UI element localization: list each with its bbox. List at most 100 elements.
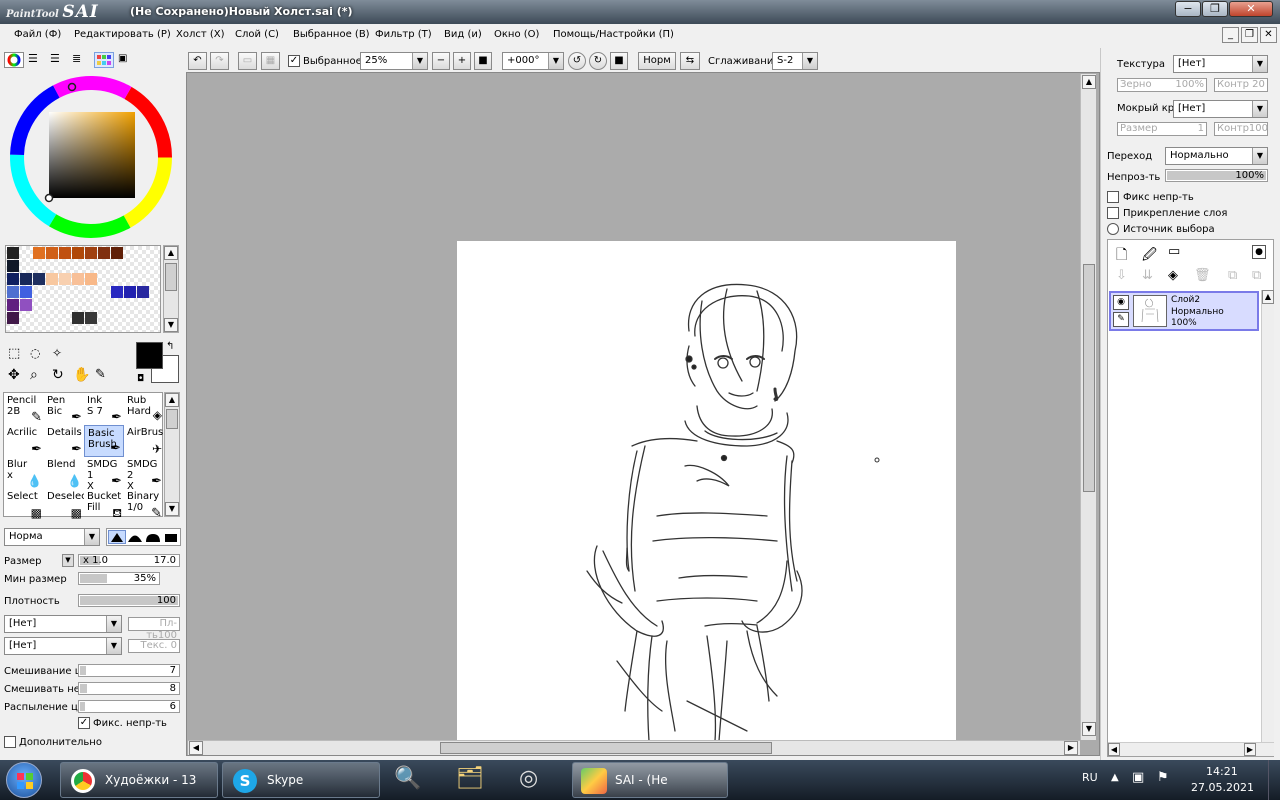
scroll-right-arrow[interactable]: ▶ <box>1064 741 1078 755</box>
menu-layer[interactable]: Слой (С) <box>235 29 279 40</box>
swatch[interactable] <box>7 260 19 272</box>
paper-texture-select[interactable]: [Нет] ▼ <box>1173 55 1268 73</box>
swatch[interactable] <box>46 247 58 259</box>
swatch[interactable] <box>20 286 32 298</box>
maximize-button[interactable]: ❐ <box>1202 1 1228 17</box>
wet-size-field[interactable]: Размер 1 <box>1117 122 1207 136</box>
clock-time[interactable]: 14:21 <box>1206 765 1238 778</box>
magnifier-app-icon[interactable]: 🔍 <box>394 766 430 796</box>
layer-vertical-scrollbar[interactable]: ▲ <box>1261 290 1274 742</box>
brush-shape-sharp-icon[interactable] <box>108 530 126 544</box>
deselect-button[interactable]: ▭ <box>238 52 257 70</box>
swatch[interactable] <box>7 273 19 285</box>
magic-wand-icon[interactable]: ✧ <box>52 346 62 360</box>
menu-canvas[interactable]: Холст (Х) <box>176 29 225 40</box>
swatch[interactable] <box>85 247 97 259</box>
tool-airbrush[interactable]: AirBrush ✈ <box>124 425 164 457</box>
scroll-thumb[interactable] <box>166 409 178 429</box>
tool-smdg2[interactable]: SMDG 2 X ✒ <box>124 457 164 489</box>
density-slider[interactable]: 100 <box>78 594 180 607</box>
wet-edge-select[interactable]: [Нет] ▼ <box>1173 100 1268 118</box>
clipping-checkbox[interactable] <box>1107 207 1119 219</box>
tool-details[interactable]: Details ✒ <box>44 425 84 457</box>
color-wheel[interactable] <box>9 75 174 240</box>
canvas-horizontal-scrollbar[interactable]: ◀ ▶ <box>188 740 1080 755</box>
texture-2-strength[interactable]: Текс. 0 <box>128 639 180 653</box>
undo-button[interactable]: ↶ <box>188 52 207 70</box>
scroll-thumb[interactable] <box>1083 264 1095 492</box>
texture-select-1[interactable]: [Нет] ▼ <box>4 615 122 633</box>
taskbar-chrome[interactable]: Худоёжки - 13 Кл... <box>60 762 218 798</box>
advanced-checkbox[interactable] <box>4 736 16 748</box>
close-button[interactable]: ✕ <box>1229 1 1273 17</box>
size-multiplier-dropdown[interactable]: ▼ <box>62 554 74 567</box>
tool-acrylic[interactable]: Acrilic ✒ <box>4 425 44 457</box>
delete-layer-icon[interactable]: 🗑 <box>1194 268 1211 283</box>
swatch[interactable] <box>7 286 19 298</box>
media-player-icon[interactable]: ◎ <box>519 766 555 796</box>
scroll-down-arrow[interactable]: ▼ <box>164 318 178 332</box>
taskbar-sai[interactable]: SAI - (Не Сохран... <box>572 762 728 798</box>
swatch[interactable] <box>46 273 58 285</box>
scroll-down-arrow[interactable]: ▼ <box>165 502 179 516</box>
swatch[interactable] <box>111 286 123 298</box>
reset-colors-icon[interactable]: ◘ <box>137 374 144 384</box>
language-indicator[interactable]: RU <box>1082 771 1098 784</box>
dilution-slider[interactable]: 8 <box>78 682 180 695</box>
scroll-up-arrow[interactable]: ▲ <box>1262 290 1274 304</box>
keep-opacity-checkbox[interactable]: ✓ <box>78 717 90 729</box>
tool-bucket[interactable]: Bucket Fill ⛾ <box>84 489 124 521</box>
selected-checkbox[interactable]: ✓ <box>288 55 300 67</box>
menu-view[interactable]: Вид (и) <box>444 29 482 40</box>
swatch[interactable] <box>7 312 19 324</box>
swatch[interactable] <box>111 247 123 259</box>
redo-button[interactable]: ↷ <box>210 52 229 70</box>
blending-slider[interactable]: 7 <box>78 664 180 677</box>
scroll-right-arrow[interactable]: ▶ <box>1244 743 1256 756</box>
scroll-left-arrow[interactable]: ◀ <box>189 741 203 755</box>
swatch[interactable] <box>98 247 110 259</box>
swatch[interactable] <box>124 286 136 298</box>
smoothing-select[interactable]: S-2 ▼ <box>772 52 818 70</box>
brush-shape-round-icon[interactable] <box>145 531 161 545</box>
flatten-icon[interactable]: ⧉ <box>1252 268 1261 283</box>
color-wheel-tab-icon[interactable] <box>4 52 24 68</box>
swatch[interactable] <box>59 273 71 285</box>
zoom-reset-button[interactable]: ■ <box>474 52 492 70</box>
mdi-restore-button[interactable]: ❐ <box>1241 27 1258 43</box>
norm-button[interactable]: Норм <box>638 52 676 70</box>
mdi-minimize-button[interactable]: _ <box>1222 27 1239 43</box>
lasso-icon[interactable]: ◌ <box>30 346 40 360</box>
tool-pen[interactable]: Pen Bic ✒ <box>44 393 84 425</box>
tool-deselect[interactable]: Deselect ▩ <box>44 489 84 521</box>
persistence-slider[interactable]: 6 <box>78 700 180 713</box>
scroll-thumb[interactable] <box>165 263 177 291</box>
mixer-tab-icon[interactable]: ≣ <box>72 53 88 66</box>
zoom-icon[interactable]: ⌕ <box>30 367 38 383</box>
explorer-icon[interactable]: 🗂 <box>456 766 492 796</box>
selection-source-radio[interactable] <box>1107 223 1119 235</box>
swatch[interactable] <box>72 247 84 259</box>
rotate-icon[interactable]: ↻ <box>52 367 64 383</box>
layer-blend-mode-select[interactable]: Нормально ▼ <box>1165 147 1268 165</box>
swatch[interactable] <box>72 273 84 285</box>
scroll-thumb[interactable] <box>440 742 772 754</box>
menu-window[interactable]: Окно (О) <box>494 29 539 40</box>
tool-pencil[interactable]: Pencil 2B ✎ <box>4 393 44 425</box>
tool-binary[interactable]: Binary 1/0 ✎ <box>124 489 164 521</box>
brush-lock-icon[interactable]: ✎ <box>1113 312 1129 327</box>
show-desktop-button[interactable] <box>1268 760 1280 800</box>
texture-1-strength[interactable]: Пл-ть100 <box>128 617 180 641</box>
swatch[interactable] <box>20 273 32 285</box>
clock-date[interactable]: 27.05.2021 <box>1191 781 1254 794</box>
swatch[interactable] <box>137 286 149 298</box>
tool-basic-brush[interactable]: Basic Brush ✒ <box>84 425 124 457</box>
layer-mask-icon[interactable]: ● <box>1252 245 1266 259</box>
texture-select-2[interactable]: [Нет] ▼ <box>4 637 122 655</box>
scroll-up-arrow[interactable]: ▲ <box>1082 75 1096 89</box>
canvas-paper[interactable] <box>457 241 956 751</box>
swatches-tab-icon[interactable] <box>94 52 114 68</box>
wet-contrast-field[interactable]: Контр100 <box>1214 122 1268 136</box>
scratchpad-tab-icon[interactable]: ▣ <box>118 53 138 67</box>
swatch[interactable] <box>33 273 45 285</box>
